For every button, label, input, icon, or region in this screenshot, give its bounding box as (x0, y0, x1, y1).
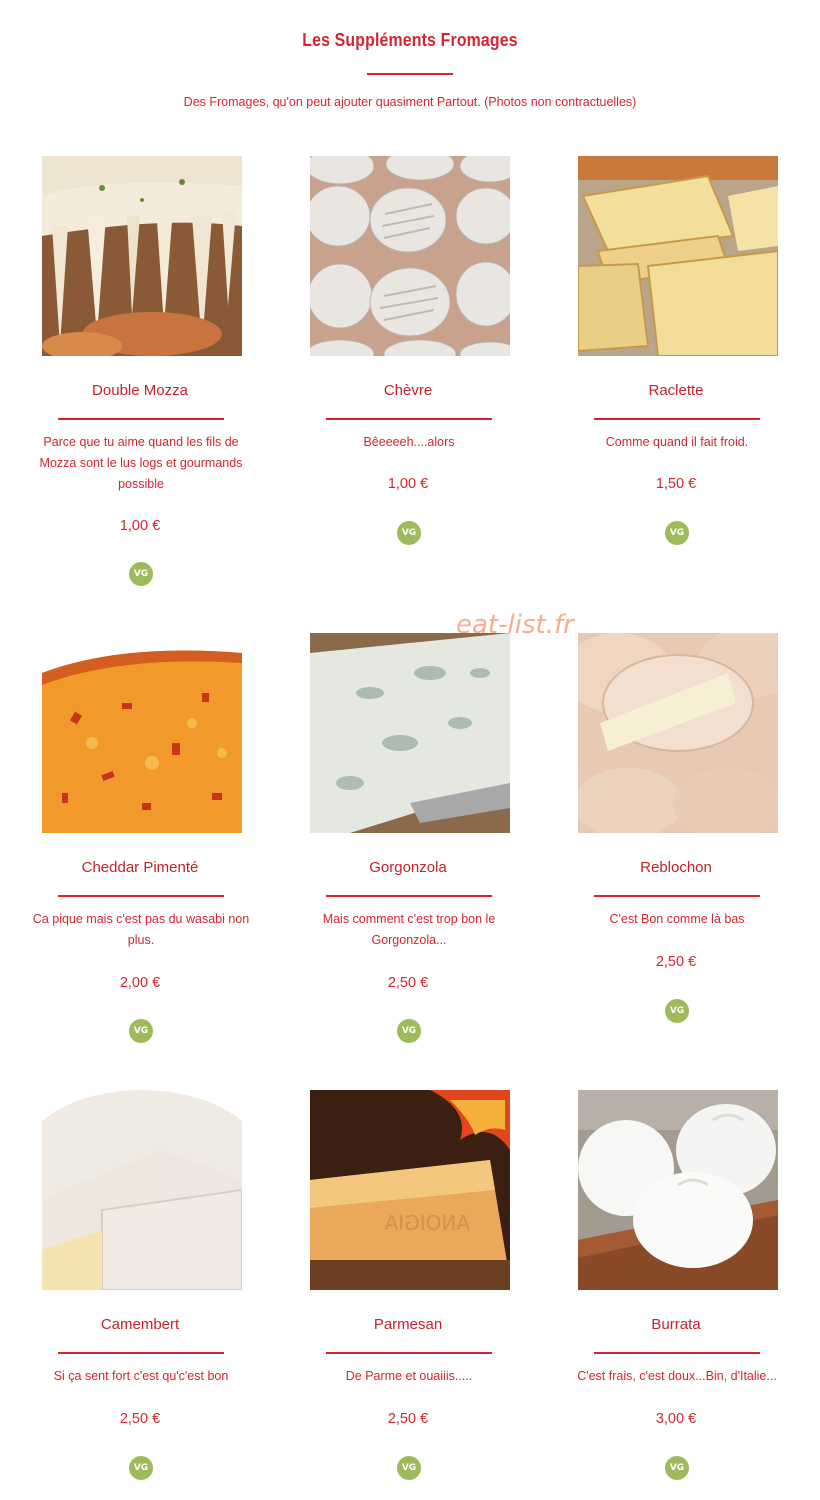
item-divider (594, 418, 760, 420)
item-description: C'est frais, c'est doux...Bin, d'Italie.… (577, 1369, 777, 1383)
item-divider (594, 1352, 760, 1354)
item-description: Ca pique mais c'est pas du wasabi non pl… (32, 912, 250, 947)
item-description: Bêeeeeh....alors (363, 435, 455, 449)
item-description: Mais comment c'est trop bon le Gorgonzol… (322, 912, 496, 947)
melted-mozzarella-pizza-image (42, 156, 242, 356)
item-divider (58, 1352, 224, 1354)
vegetarian-badge: VG (397, 521, 421, 545)
vegetarian-badge: VG (665, 1456, 689, 1480)
item-description: Parce que tu aime quand les fils de Mozz… (39, 435, 243, 491)
item-price: 2,50 € (387, 1411, 429, 1427)
parmesan-block-fire-image: ANOIGIA (310, 1090, 510, 1290)
item-description: Si ça sent fort c'est qu'c'est bon (53, 1369, 229, 1383)
vegetarian-badge: VG (397, 1456, 421, 1480)
reblochon-wheels-image (578, 633, 778, 833)
item-name: Cheddar Pimenté (81, 859, 199, 876)
gorgonzola-blue-cheese-image (310, 633, 510, 833)
vegetarian-badge: VG (129, 1456, 153, 1480)
item-name: Chèvre (383, 382, 433, 399)
item-divider (594, 895, 760, 897)
item-price: 2,50 € (119, 1411, 161, 1427)
item-name: Reblochon (640, 859, 712, 876)
vegetarian-badge: VG (665, 999, 689, 1023)
item-name: Camembert (100, 1316, 180, 1333)
item-name: Raclette (648, 382, 704, 399)
svg-text:ANOIGIA: ANOIGIA (384, 1211, 470, 1235)
item-price: 1,00 € (387, 476, 429, 492)
item-price: 2,00 € (119, 975, 161, 991)
item-name: Parmesan (373, 1316, 443, 1333)
item-description: Comme quand il fait froid. (605, 435, 749, 449)
item-price: 3,00 € (655, 1411, 697, 1427)
item-price: 1,50 € (655, 476, 697, 492)
item-name: Gorgonzola (369, 859, 447, 876)
page-subtitle: Des Fromages, qu'on peut ajouter quasime… (183, 95, 637, 109)
item-divider (326, 418, 492, 420)
page-title: Les Suppléments Fromages (302, 30, 518, 50)
raclette-slices-image (578, 156, 778, 356)
item-price: 2,50 € (387, 975, 429, 991)
item-divider (326, 1352, 492, 1354)
item-description: C'est Bon comme là bas (609, 912, 745, 926)
vegetarian-badge: VG (665, 521, 689, 545)
item-price: 1,00 € (119, 518, 161, 534)
item-divider (58, 895, 224, 897)
camembert-wedge-image (42, 1090, 242, 1290)
item-price: 2,50 € (655, 954, 697, 970)
vegetarian-badge: VG (397, 1019, 421, 1043)
goat-cheese-rounds-image (310, 156, 510, 356)
vegetarian-badge: VG (129, 1019, 153, 1043)
item-description: De Parme et ouaiiis..... (345, 1369, 473, 1383)
item-divider (58, 418, 224, 420)
item-divider (326, 895, 492, 897)
vegetarian-badge: VG (129, 562, 153, 586)
spicy-cheddar-image (42, 633, 242, 833)
title-divider (367, 73, 453, 75)
item-name: Burrata (651, 1316, 701, 1333)
item-name: Double Mozza (92, 382, 188, 399)
burrata-balls-image (578, 1090, 778, 1290)
